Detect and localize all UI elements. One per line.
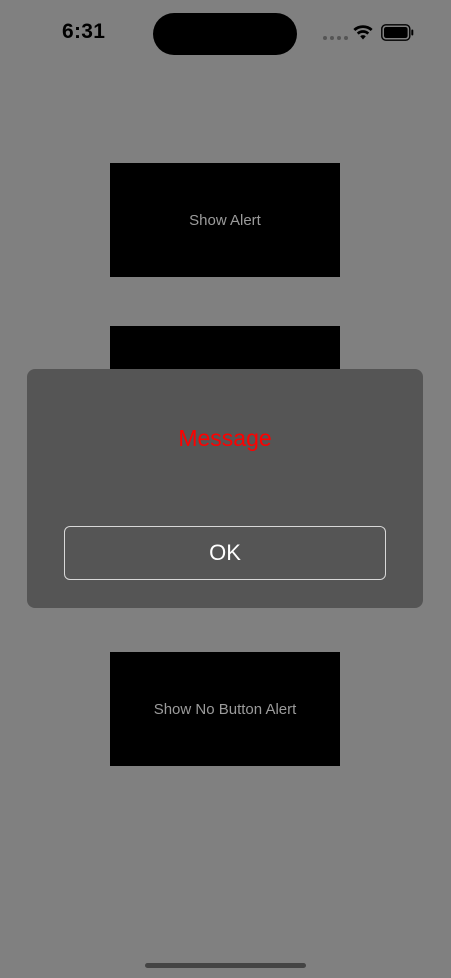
dynamic-island <box>153 13 297 55</box>
show-no-button-alert-button[interactable]: Show No Button Alert <box>110 652 340 766</box>
battery-icon <box>381 24 414 41</box>
home-indicator[interactable] <box>145 963 306 968</box>
alert-ok-button[interactable]: OK <box>64 526 386 580</box>
wifi-icon <box>353 25 373 40</box>
signal-dots-icon <box>323 36 348 40</box>
alert-message: Message <box>178 425 272 451</box>
status-time: 6:31 <box>62 20 106 43</box>
show-alert-button[interactable]: Show Alert <box>110 163 340 277</box>
alert-dialog: Message OK <box>27 369 423 608</box>
